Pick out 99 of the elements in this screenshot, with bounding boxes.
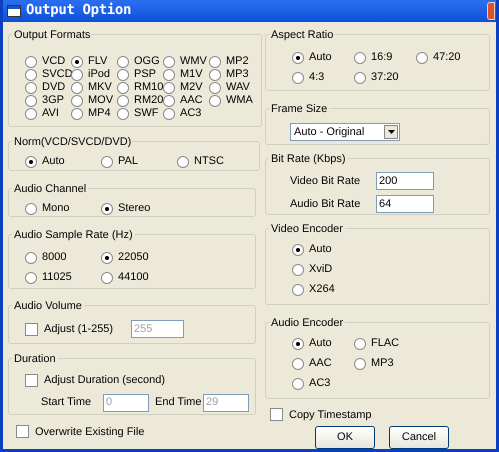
group-title: Aspect Ratio bbox=[270, 28, 334, 42]
checkbox-label[interactable]: Adjust (1-255) bbox=[44, 320, 114, 338]
radio-label[interactable]: Auto bbox=[309, 241, 332, 258]
radio-button[interactable] bbox=[25, 94, 37, 106]
radio-button[interactable] bbox=[25, 56, 37, 68]
group-title: Output Formats bbox=[13, 28, 92, 42]
window-icon bbox=[7, 4, 21, 17]
radio-label[interactable]: Auto bbox=[42, 153, 65, 170]
radio-button[interactable] bbox=[209, 94, 221, 106]
radio-button[interactable] bbox=[209, 82, 221, 94]
radio-button[interactable] bbox=[354, 338, 366, 350]
radio-button[interactable] bbox=[25, 252, 37, 264]
radio-label[interactable]: 4:3 bbox=[309, 69, 324, 86]
radio-button[interactable] bbox=[25, 272, 37, 284]
radio-button[interactable] bbox=[292, 338, 304, 350]
radio-button[interactable] bbox=[163, 68, 175, 80]
group-title: Bit Rate (Kbps) bbox=[270, 152, 347, 166]
radio-label[interactable]: AAC bbox=[309, 355, 332, 372]
radio-label[interactable]: Auto bbox=[309, 335, 332, 352]
radio-button[interactable] bbox=[292, 358, 304, 370]
radio-button[interactable] bbox=[292, 72, 304, 84]
group-title: Duration bbox=[13, 352, 57, 366]
radio-button[interactable] bbox=[101, 272, 113, 284]
checkbox[interactable] bbox=[270, 408, 283, 422]
dialog-button[interactable]: OK bbox=[315, 426, 375, 449]
field-label: End Time bbox=[154, 395, 202, 410]
radio-button[interactable] bbox=[177, 156, 189, 168]
radio-button[interactable] bbox=[209, 56, 221, 68]
checkbox[interactable] bbox=[25, 322, 38, 336]
radio-label[interactable]: FLAC bbox=[371, 335, 400, 352]
radio-button[interactable] bbox=[354, 72, 366, 84]
radio-label[interactable]: 44100 bbox=[118, 269, 149, 286]
radio-button[interactable] bbox=[71, 108, 83, 120]
radio-button[interactable] bbox=[117, 108, 129, 120]
group-title: Frame Size bbox=[270, 102, 328, 116]
radio-label[interactable]: PAL bbox=[118, 153, 138, 170]
radio-label[interactable]: Auto bbox=[309, 49, 332, 66]
radio-button[interactable] bbox=[292, 264, 304, 276]
radio-button[interactable] bbox=[292, 52, 304, 64]
radio-label[interactable]: Stereo bbox=[118, 200, 150, 217]
group-title: Audio Encoder bbox=[270, 316, 344, 330]
checkbox[interactable] bbox=[16, 425, 29, 438]
group-title: Audio Sample Rate (Hz) bbox=[13, 228, 134, 242]
dialog-button[interactable]: Cancel bbox=[389, 426, 449, 449]
radio-button[interactable] bbox=[25, 82, 37, 94]
radio-button[interactable] bbox=[25, 108, 37, 120]
radio-button[interactable] bbox=[71, 68, 83, 80]
radio-button[interactable] bbox=[117, 94, 129, 106]
radio-label[interactable]: Mono bbox=[42, 200, 70, 217]
radio-label[interactable]: XviD bbox=[309, 261, 332, 278]
radio-button[interactable] bbox=[292, 284, 304, 296]
group-title: Audio Channel bbox=[13, 182, 88, 196]
radio-button[interactable] bbox=[117, 56, 129, 68]
radio-button[interactable] bbox=[117, 68, 129, 80]
group-title: Audio Volume bbox=[13, 298, 83, 314]
checkbox-label[interactable]: Copy Timestamp bbox=[289, 406, 372, 423]
checkbox[interactable] bbox=[25, 374, 38, 387]
radio-label[interactable]: 16:9 bbox=[371, 49, 392, 66]
radio-label[interactable]: AC3 bbox=[309, 375, 330, 392]
radio-button[interactable] bbox=[163, 108, 175, 120]
radio-button[interactable] bbox=[416, 52, 428, 64]
radio-button[interactable] bbox=[163, 56, 175, 68]
radio-button[interactable] bbox=[25, 68, 37, 80]
field-label: Start Time bbox=[41, 395, 92, 410]
radio-button[interactable] bbox=[25, 156, 37, 168]
checkbox-label[interactable]: Adjust Duration (second) bbox=[44, 372, 166, 388]
window-title: Output Option bbox=[26, 1, 132, 20]
radio-button[interactable] bbox=[101, 156, 113, 168]
close-button[interactable] bbox=[487, 2, 495, 20]
radio-label[interactable]: X264 bbox=[309, 281, 335, 298]
field-label: Audio Bit Rate bbox=[290, 196, 362, 212]
radio-button[interactable] bbox=[354, 52, 366, 64]
radio-button[interactable] bbox=[71, 82, 83, 94]
group-title: Video Encoder bbox=[270, 222, 344, 236]
dropdown[interactable]: Auto - Original bbox=[290, 123, 400, 141]
radio-button[interactable] bbox=[101, 202, 113, 214]
input-field[interactable]: 200 bbox=[376, 172, 434, 190]
radio-button[interactable] bbox=[101, 252, 113, 264]
radio-button[interactable] bbox=[25, 202, 37, 214]
radio-button[interactable] bbox=[71, 56, 83, 68]
field-label: Video Bit Rate bbox=[290, 174, 362, 189]
radio-button[interactable] bbox=[163, 82, 175, 94]
radio-button[interactable] bbox=[292, 378, 304, 390]
radio-button[interactable] bbox=[354, 358, 366, 370]
radio-label[interactable]: NTSC bbox=[194, 153, 224, 170]
radio-label[interactable]: 8000 bbox=[42, 249, 66, 266]
radio-label[interactable]: 47:20 bbox=[433, 49, 461, 66]
group-title: Norm(VCD/SVCD/DVD) bbox=[13, 134, 132, 150]
radio-button[interactable] bbox=[292, 244, 304, 256]
radio-button[interactable] bbox=[163, 94, 175, 106]
radio-label[interactable]: MP3 bbox=[371, 355, 394, 372]
radio-button[interactable] bbox=[117, 82, 129, 94]
radio-button[interactable] bbox=[209, 68, 221, 80]
input-field[interactable]: 64 bbox=[376, 195, 434, 213]
radio-label[interactable]: 11025 bbox=[42, 269, 72, 286]
radio-label[interactable]: 22050 bbox=[118, 249, 149, 266]
radio-button[interactable] bbox=[71, 94, 83, 106]
radio-label[interactable]: 37:20 bbox=[371, 69, 399, 86]
checkbox-label[interactable]: Overwrite Existing File bbox=[35, 424, 144, 440]
